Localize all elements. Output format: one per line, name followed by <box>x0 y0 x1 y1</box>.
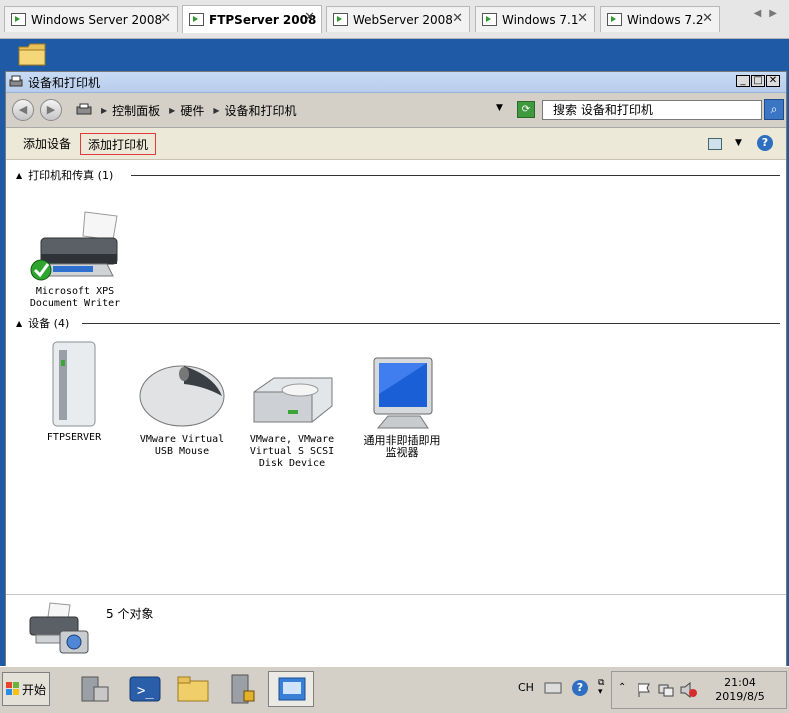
device-monitor[interactable]: 通用非即插即用 监视器 <box>352 354 452 459</box>
device-vmware-scsi-disk[interactable]: VMware, VMware Virtual S SCSI Disk Devic… <box>242 372 342 470</box>
clock-date: 2019/8/5 <box>715 690 765 703</box>
windows-logo-icon <box>5 682 19 695</box>
command-bar: 添加设备 添加打印机 ▼ ? <box>6 128 786 160</box>
breadcrumb-hardware[interactable]: 硬件 <box>180 102 204 119</box>
breadcrumb[interactable]: ▶ 控制面板 ▶ 硬件 ▶ 设备和打印机 <box>76 99 516 121</box>
volume-muted-icon[interactable] <box>680 682 698 698</box>
vm-icon <box>189 13 204 26</box>
desktop-folder-icon[interactable] <box>18 42 46 66</box>
device-label: USB Mouse <box>154 446 210 457</box>
close-icon[interactable]: ✕ <box>577 11 588 26</box>
view-options-icon[interactable] <box>708 138 722 150</box>
address-dropdown-icon[interactable]: ▼ <box>496 103 503 113</box>
divider <box>131 175 780 176</box>
printer-icon <box>30 211 118 281</box>
mouse-icon <box>139 365 225 427</box>
taskbar: 开始 >_ CH ? ⧉ ▾ ⌃ 21:04 2019/8/5 <box>0 666 789 713</box>
device-label: VMware Virtual <box>139 434 225 445</box>
search-icon[interactable]: ⌕ <box>764 99 784 120</box>
vm-tab-strip: Windows Server 2008 ✕ FTPServer 2008 ✕ W… <box>0 0 789 39</box>
server-manager-icon[interactable] <box>70 671 116 707</box>
svg-text:>_: >_ <box>137 683 154 699</box>
group-devices-header[interactable]: ▲ 设备 (4) <box>16 316 780 330</box>
tab-scroll-arrows[interactable]: ◀▶ <box>754 8 785 19</box>
devices-printers-icon <box>29 602 89 654</box>
network-icon[interactable] <box>658 682 674 698</box>
device-xps-writer[interactable]: Microsoft XPS Document Writer <box>20 210 130 310</box>
close-icon[interactable]: ✕ <box>452 11 463 26</box>
help-icon[interactable]: ? <box>572 680 588 696</box>
close-icon[interactable]: ✕ <box>702 11 713 26</box>
device-label: Disk Device <box>258 458 326 469</box>
add-device-button[interactable]: 添加设备 <box>16 133 78 155</box>
vm-tab-label: Windows 7.2 <box>627 12 704 27</box>
ime-options-icon[interactable]: ⧉ ▾ <box>598 679 604 697</box>
device-ftpserver[interactable]: FTPSERVER <box>24 336 124 444</box>
refresh-icon[interactable]: ⟳ <box>517 101 535 118</box>
show-hidden-icons[interactable]: ⌃ <box>618 682 626 693</box>
device-label: 监视器 <box>385 446 419 459</box>
vm-icon <box>11 13 26 26</box>
flag-icon[interactable] <box>636 682 652 698</box>
breadcrumb-control-panel[interactable]: 控制面板 <box>112 102 160 119</box>
clock[interactable]: 21:04 2019/8/5 <box>710 676 770 704</box>
control-panel-icon <box>76 103 92 115</box>
minimize-button[interactable]: _ <box>736 75 750 87</box>
forward-button[interactable]: ▶ <box>40 99 62 121</box>
search-input[interactable]: 搜索 设备和打印机 <box>542 100 762 120</box>
explorer-icon[interactable] <box>170 671 216 707</box>
device-label: Document Writer <box>29 298 121 309</box>
vm-tab-ftpserver-2008[interactable]: FTPServer 2008 ✕ <box>182 5 322 33</box>
help-icon[interactable]: ? <box>757 135 773 151</box>
details-pane: 5 个对象 <box>6 594 786 667</box>
monitor-icon <box>373 357 433 429</box>
clock-time: 21:04 <box>724 676 756 689</box>
computer-tower-icon <box>52 341 96 427</box>
device-vmware-usb-mouse[interactable]: VMware Virtual USB Mouse <box>132 356 232 458</box>
disk-drive-icon <box>253 377 333 423</box>
vm-tab-windows-7-1[interactable]: Windows 7.1 ✕ <box>475 6 595 32</box>
close-button[interactable]: ✕ <box>766 75 780 87</box>
group-printers-title: 打印机和传真 (1) <box>28 169 114 182</box>
powershell-icon[interactable]: >_ <box>122 671 168 707</box>
collapse-icon[interactable]: ▲ <box>16 319 22 328</box>
close-icon[interactable]: ✕ <box>160 11 171 26</box>
vm-tab-windows-server-2008[interactable]: Windows Server 2008 ✕ <box>4 6 178 32</box>
vm-tab-label: WebServer 2008 <box>353 12 453 27</box>
close-icon[interactable]: ✕ <box>304 10 315 25</box>
devices-and-printers-window: 设备和打印机 _ □ ✕ ◀ ▶ ▶ 控制面板 ▶ 硬件 ▶ 设备和打印机 ▼ ⟳ 搜… <box>5 71 787 667</box>
devices-printers-task-icon[interactable] <box>268 671 314 707</box>
vm-icon <box>333 13 348 26</box>
add-printer-button[interactable]: 添加打印机 <box>80 133 157 155</box>
device-label: Virtual S SCSI <box>249 446 335 457</box>
vm-tab-label: FTPServer 2008 <box>209 12 317 27</box>
window-title: 设备和打印机 <box>28 76 101 90</box>
address-bar: ◀ ▶ ▶ 控制面板 ▶ 硬件 ▶ 设备和打印机 ▼ ⟳ 搜索 设备和打印机 ⌕ <box>6 93 786 128</box>
input-language-indicator[interactable]: CH <box>518 681 534 694</box>
device-label: Microsoft XPS <box>35 286 115 297</box>
collapse-icon[interactable]: ▲ <box>16 171 22 180</box>
vm-icon <box>482 13 497 26</box>
vm-tab-windows-7-2[interactable]: Windows 7.2 ✕ <box>600 6 720 32</box>
printer-icon <box>9 75 23 87</box>
view-dropdown-icon[interactable]: ▼ <box>735 138 742 148</box>
maximize-button[interactable]: □ <box>751 75 765 87</box>
device-label: VMware, VMware <box>249 434 335 445</box>
divider <box>82 323 780 324</box>
group-devices-title: 设备 (4) <box>28 317 70 330</box>
group-printers-header[interactable]: ▲ 打印机和传真 (1) <box>16 168 780 182</box>
keyboard-icon[interactable] <box>544 681 562 695</box>
item-count: 5 个对象 <box>106 607 154 621</box>
vm-tab-webserver-2008[interactable]: WebServer 2008 ✕ <box>326 6 470 32</box>
vm-tab-label: Windows 7.1 <box>502 12 579 27</box>
window-titlebar[interactable]: 设备和打印机 _ □ ✕ <box>6 72 786 93</box>
server-lock-icon[interactable] <box>218 671 264 707</box>
vm-tab-label: Windows Server 2008 <box>31 12 163 27</box>
start-label: 开始 <box>21 682 46 697</box>
back-button[interactable]: ◀ <box>12 99 34 121</box>
device-label: FTPSERVER <box>46 432 102 443</box>
breadcrumb-devices-printers[interactable]: 设备和打印机 <box>225 102 297 119</box>
start-button[interactable]: 开始 <box>2 672 50 706</box>
vm-icon <box>607 13 622 26</box>
